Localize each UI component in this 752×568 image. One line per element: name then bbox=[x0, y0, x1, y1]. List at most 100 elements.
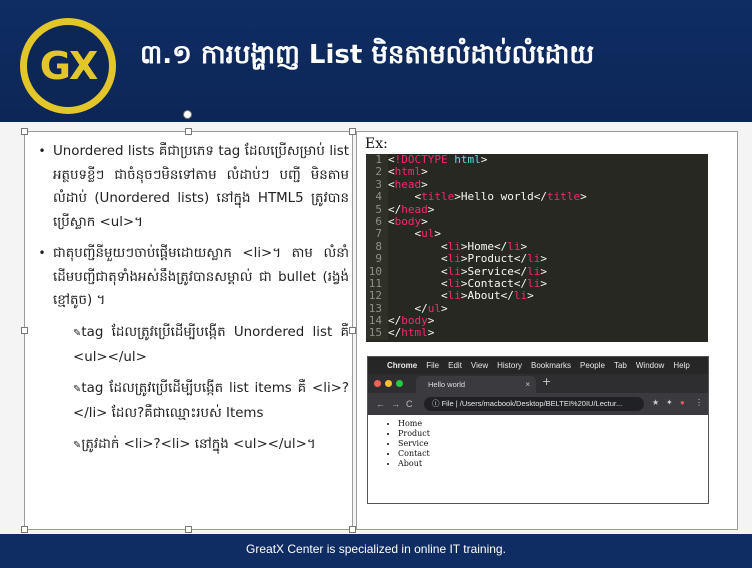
menu-icon[interactable]: ⋮ bbox=[695, 398, 703, 407]
rendered-list-item: Product bbox=[398, 429, 708, 439]
bullet-item: • Unordered lists គឺជាប្រភេទ tag ដែលប្រើស… bbox=[31, 140, 349, 234]
line-number: 9 bbox=[366, 252, 388, 266]
code-token: >Product</ bbox=[460, 252, 528, 266]
star-icon[interactable]: ★ bbox=[652, 398, 659, 407]
code-line: 12 < li >About</li > bbox=[366, 289, 708, 303]
resize-handle-t[interactable] bbox=[185, 128, 192, 135]
menu-item-tab[interactable]: Tab bbox=[614, 357, 627, 374]
resize-handle-tr[interactable] bbox=[349, 128, 356, 135]
code-token: li bbox=[447, 252, 461, 266]
example-label: Ex: bbox=[365, 136, 388, 152]
line-number: 7 bbox=[366, 227, 388, 241]
greatx-logo: GX bbox=[20, 18, 116, 114]
resize-handle-r[interactable] bbox=[349, 327, 356, 334]
window-controls bbox=[374, 380, 407, 387]
code-token: title bbox=[546, 190, 581, 204]
code-token: > bbox=[540, 276, 547, 290]
minimize-window-icon[interactable] bbox=[385, 380, 392, 387]
rendered-list-item: Contact bbox=[398, 449, 708, 459]
tab-close-icon[interactable]: × bbox=[525, 376, 530, 393]
menu-item-history[interactable]: History bbox=[497, 357, 522, 374]
line-number: 12 bbox=[366, 289, 388, 303]
bullet-dot-icon: • bbox=[38, 144, 46, 158]
rendered-list-item: Home bbox=[398, 419, 708, 429]
line-number: 2 bbox=[366, 165, 388, 179]
sub-item-text: ត្រូវដាក់ <li>?<li> នៅក្នុង <ul></ul>។ bbox=[81, 436, 316, 452]
code-token: > bbox=[540, 252, 547, 266]
menu-item-chrome[interactable]: Chrome bbox=[387, 357, 417, 374]
resize-handle-bl[interactable] bbox=[21, 526, 28, 533]
resize-handle-br[interactable] bbox=[349, 526, 356, 533]
code-token: li bbox=[513, 289, 528, 303]
rotate-handle[interactable] bbox=[183, 110, 192, 119]
code-token: >About</ bbox=[460, 289, 514, 303]
code-line: 15 </html > bbox=[366, 326, 708, 340]
close-window-icon[interactable] bbox=[374, 380, 381, 387]
menu-item-file[interactable]: File bbox=[426, 357, 439, 374]
bullet-text: Unordered lists គឺជាប្រភេទ tag ដែលប្រើសម… bbox=[53, 144, 349, 230]
slide-title: ៣.១ ការបង្ហាញ List មិនតាមលំដាប់លំដោយ bbox=[140, 40, 595, 70]
menu-item-edit[interactable]: Edit bbox=[448, 357, 462, 374]
sub-item-text: tag ដែលត្រូវប្រើដើម្បីបង្កើត list items … bbox=[73, 380, 349, 421]
code-token: < bbox=[440, 289, 448, 303]
extension-icon[interactable]: ✦ bbox=[666, 398, 673, 407]
url-field[interactable]: ⓘ File | /Users/macbook/Desktop/BELTEI%2… bbox=[424, 397, 644, 411]
menu-item-view[interactable]: View bbox=[471, 357, 488, 374]
sub-item-text: tag ដែលត្រូវប្រើដើម្បីបង្កើត Unordered l… bbox=[73, 324, 349, 365]
logo-text: GX bbox=[39, 44, 99, 88]
code-token: > bbox=[434, 227, 441, 241]
menu-item-people[interactable]: People bbox=[580, 357, 605, 374]
menu-item-bookmarks[interactable]: Bookmarks bbox=[531, 357, 571, 374]
back-icon[interactable]: ← bbox=[376, 399, 385, 409]
menu-item-window[interactable]: Window bbox=[636, 357, 664, 374]
line-number: 4 bbox=[366, 190, 388, 204]
code-token: > bbox=[527, 289, 534, 303]
sub-item: ✎ត្រូវដាក់ <li>?<li> នៅក្នុង <ul></ul>។ bbox=[31, 433, 349, 458]
resize-handle-l[interactable] bbox=[21, 327, 28, 334]
forward-icon[interactable]: → bbox=[391, 399, 400, 409]
bullet-text: ជាតុបញ្ជីនីមួយៗចាប់ផ្ដើមដោយស្លាក <li>។ ត… bbox=[53, 246, 349, 308]
example-panel: Ex: 1 < !DOCTYPE html >2 < html >3 < head >4 < tit… bbox=[356, 131, 738, 530]
new-tab-icon[interactable]: + bbox=[542, 375, 551, 388]
bullet-list: • Unordered lists គឺជាប្រភេទ tag ដែលប្រើស… bbox=[31, 140, 349, 465]
code-token: > bbox=[427, 326, 435, 340]
code-token: < bbox=[414, 190, 422, 204]
code-token: title bbox=[421, 190, 455, 204]
resize-handle-tl[interactable] bbox=[21, 128, 28, 135]
rendered-list: HomeProductServiceContactAbout bbox=[368, 415, 708, 469]
bullet-dot-icon: • bbox=[38, 246, 46, 260]
code-line: 9 < li >Product</li > bbox=[366, 252, 708, 266]
slide-footer: GreatX Center is specialized in online I… bbox=[0, 534, 752, 568]
tab-title: Hello world bbox=[428, 380, 466, 389]
code-token: html bbox=[454, 153, 481, 166]
code-line: 2 < html > bbox=[366, 165, 708, 179]
line-number: 15 bbox=[366, 327, 388, 340]
code-token: < bbox=[440, 252, 448, 266]
rendered-list-item: About bbox=[398, 459, 708, 469]
sub-item: ✎tag ដែលត្រូវប្រើដើម្បីបង្កើត Unordered … bbox=[31, 321, 349, 370]
profile-icon[interactable]: ● bbox=[680, 398, 685, 407]
code-token: ul bbox=[421, 227, 435, 241]
slide-header: GX ៣.១ ការបង្ហាញ List មិនតាមលំដាប់លំដោយ bbox=[0, 0, 752, 122]
maximize-window-icon[interactable] bbox=[396, 380, 403, 387]
mac-menubar: Chrome File Edit View History Bookmarks People… bbox=[368, 357, 708, 374]
browser-tab[interactable]: Hello world × bbox=[416, 376, 536, 393]
code-token: li bbox=[447, 289, 461, 303]
reload-icon[interactable]: C bbox=[406, 399, 413, 409]
sub-item: ✎tag ដែលត្រូវប្រើដើម្បីបង្កើត list items… bbox=[31, 377, 349, 426]
code-token: >Hello world</ bbox=[454, 190, 547, 204]
code-token: < bbox=[414, 227, 422, 241]
code-token: li bbox=[527, 252, 541, 266]
resize-handle-b[interactable] bbox=[185, 526, 192, 533]
text-box-left[interactable]: • Unordered lists គឺជាប្រភេទ tag ដែលប្រើស… bbox=[24, 131, 353, 530]
code-token: > bbox=[427, 202, 435, 216]
menu-item-help[interactable]: Help bbox=[673, 357, 689, 374]
browser-tabbar: Hello world × + bbox=[368, 374, 708, 393]
code-editor-screenshot: 1 < !DOCTYPE html >2 < html >3 < head >4 < title >H… bbox=[366, 153, 708, 342]
code-token: html bbox=[401, 326, 428, 340]
